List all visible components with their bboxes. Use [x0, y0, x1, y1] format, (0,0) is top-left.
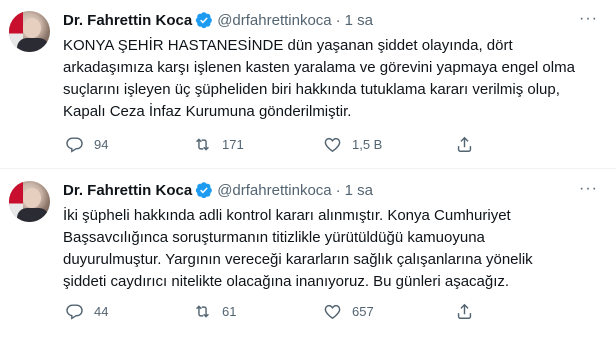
tweet-text-line: Kapalı Ceza İnfaz Kurumuna gönderilmişti…: [63, 103, 352, 120]
tweet-text-line: duyurulmuştur. Yargının vereceği kararla…: [63, 251, 533, 268]
face-graphic: [23, 188, 41, 208]
suit-graphic: [17, 208, 49, 222]
author-handle[interactable]: @drfahrettinkoca: [217, 12, 331, 29]
avatar[interactable]: [9, 181, 50, 222]
tweet-actions: 94 171 1,5 B: [63, 132, 523, 156]
retweet-icon: [196, 304, 209, 318]
share-button[interactable]: [455, 299, 484, 323]
more-icon[interactable]: ···: [579, 180, 598, 198]
retweet-count: 61: [222, 303, 237, 319]
verified-icon: [196, 182, 213, 199]
reply-button[interactable]: 44: [65, 299, 108, 323]
reply-icon: [66, 136, 83, 153]
like-count: 657: [352, 303, 374, 319]
retweet-button[interactable]: 171: [193, 132, 244, 156]
tweet-header: Dr. Fahrettin Koca @drfahrettinkoca · 1 …: [63, 179, 373, 201]
share-icon: [457, 136, 472, 152]
timestamp[interactable]: 1 sa: [345, 12, 373, 29]
reply-icon: [66, 303, 83, 320]
suit-graphic: [17, 38, 49, 52]
like-button[interactable]: 1,5 B: [323, 132, 382, 156]
reply-count: 44: [94, 303, 109, 319]
like-icon: [324, 304, 341, 319]
separator-dot: ·: [335, 181, 341, 199]
tweet-text-line: şiddeti caydırıcı nitelikte olacağına in…: [63, 273, 510, 290]
tweet[interactable]: Dr. Fahrettin Koca @drfahrettinkoca · 1 …: [0, 170, 616, 340]
author-handle[interactable]: @drfahrettinkoca: [217, 182, 331, 199]
divider: [0, 168, 616, 169]
separator-dot: ·: [335, 11, 341, 29]
share-button[interactable]: [455, 132, 484, 156]
tweet-text-line: arkadaşımıza karşı işlenen kasten yarala…: [63, 59, 575, 76]
tweet-text-line: suçlarını işleyen üç şüpheliden biri hak…: [63, 81, 560, 98]
retweet-icon: [196, 137, 209, 151]
author-name[interactable]: Dr. Fahrettin Koca: [63, 182, 192, 199]
tweet-text: KONYA ŞEHİR HASTANESİNDE dün yaşanan şid…: [63, 35, 603, 123]
retweet-count: 171: [222, 136, 244, 152]
tweet-header: Dr. Fahrettin Koca @drfahrettinkoca · 1 …: [63, 9, 373, 31]
like-icon: [324, 137, 341, 152]
retweet-button[interactable]: 61: [193, 299, 236, 323]
tweet-actions: 44 61 657: [63, 299, 523, 323]
like-count: 1,5 B: [352, 136, 383, 152]
verified-icon: [196, 12, 213, 29]
reply-button[interactable]: 94: [65, 132, 108, 156]
avatar[interactable]: [9, 11, 50, 52]
tweet-text-line: Başsavcılığınca soruşturmanın titizlikle…: [63, 229, 485, 246]
reply-count: 94: [94, 136, 109, 152]
tweet[interactable]: Dr. Fahrettin Koca @drfahrettinkoca · 1 …: [0, 0, 616, 165]
share-icon: [457, 303, 472, 319]
like-button[interactable]: 657: [323, 299, 374, 323]
face-graphic: [23, 18, 41, 38]
tweet-text-line: KONYA ŞEHİR HASTANESİNDE dün yaşanan şid…: [63, 37, 513, 54]
timestamp[interactable]: 1 sa: [345, 182, 373, 199]
tweet-text-line: İki şüpheli hakkında adli kontrol kararı…: [63, 207, 511, 224]
tweet-text: İki şüpheli hakkında adli kontrol kararı…: [63, 205, 603, 293]
more-icon[interactable]: ···: [579, 10, 598, 28]
author-name[interactable]: Dr. Fahrettin Koca: [63, 12, 192, 29]
